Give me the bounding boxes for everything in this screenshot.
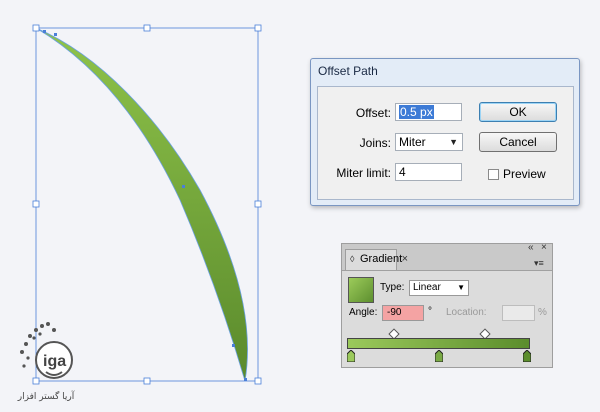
- joins-value: Miter: [399, 135, 426, 149]
- gradient-slider[interactable]: [347, 338, 530, 349]
- offset-value: 0.5 px: [399, 105, 434, 119]
- watermark-text: آریا گستر افزار: [17, 392, 75, 402]
- type-select[interactable]: Linear ▼: [409, 280, 469, 296]
- joins-select[interactable]: Miter ▼: [395, 133, 463, 151]
- gradient-panel: ◊ Gradient × « × ▾≡ Type: Linear ▼ Angle…: [341, 242, 553, 368]
- panel-options-icon: ◊: [350, 254, 355, 264]
- miter-limit-value: 4: [399, 165, 406, 179]
- angle-label: Angle:: [349, 307, 378, 318]
- svg-text:iga: iga: [43, 353, 66, 370]
- angle-input[interactable]: -90: [382, 305, 424, 321]
- tab-gradient-label: Gradient: [360, 253, 403, 265]
- type-value: Linear: [413, 282, 441, 293]
- panel-close-icon[interactable]: ×: [541, 242, 547, 253]
- offset-label: Offset:: [355, 106, 391, 120]
- logo-icon: iga: [20, 322, 73, 379]
- cancel-button[interactable]: Cancel: [479, 132, 557, 152]
- chevron-down-icon: ▼: [457, 283, 465, 292]
- gradient-stop[interactable]: [347, 350, 355, 362]
- chevron-down-icon: ▼: [449, 137, 458, 147]
- watermark-logo: iga آریا گستر افزار: [6, 312, 86, 408]
- location-label: Location:: [446, 307, 487, 318]
- miter-limit-label: Miter limit:: [336, 166, 391, 180]
- offset-input[interactable]: 0.5 px: [395, 103, 462, 121]
- gradient-stop[interactable]: [523, 350, 531, 362]
- ok-button[interactable]: OK: [479, 102, 557, 122]
- joins-label: Joins:: [359, 136, 391, 150]
- collapse-icon[interactable]: «: [528, 242, 534, 253]
- tab-close-icon[interactable]: ×: [402, 250, 408, 269]
- gradient-swatch[interactable]: [348, 277, 374, 303]
- gradient-stop[interactable]: [435, 350, 443, 362]
- preview-label: Preview: [503, 167, 546, 181]
- offset-path-dialog: Offset Path Offset: 0.5 px Joins: Miter …: [310, 58, 580, 206]
- angle-value: -90: [387, 307, 402, 318]
- preview-checkbox[interactable]: [488, 169, 499, 180]
- degree-symbol: °: [428, 306, 432, 317]
- panel-menu-icon[interactable]: ▾≡: [534, 258, 544, 269]
- miter-limit-input[interactable]: 4: [395, 163, 462, 181]
- dialog-title: Offset Path: [318, 64, 378, 78]
- percent-symbol: %: [538, 307, 547, 318]
- location-input[interactable]: [502, 305, 535, 321]
- type-label: Type:: [380, 282, 405, 293]
- tab-gradient[interactable]: ◊ Gradient ×: [345, 249, 408, 270]
